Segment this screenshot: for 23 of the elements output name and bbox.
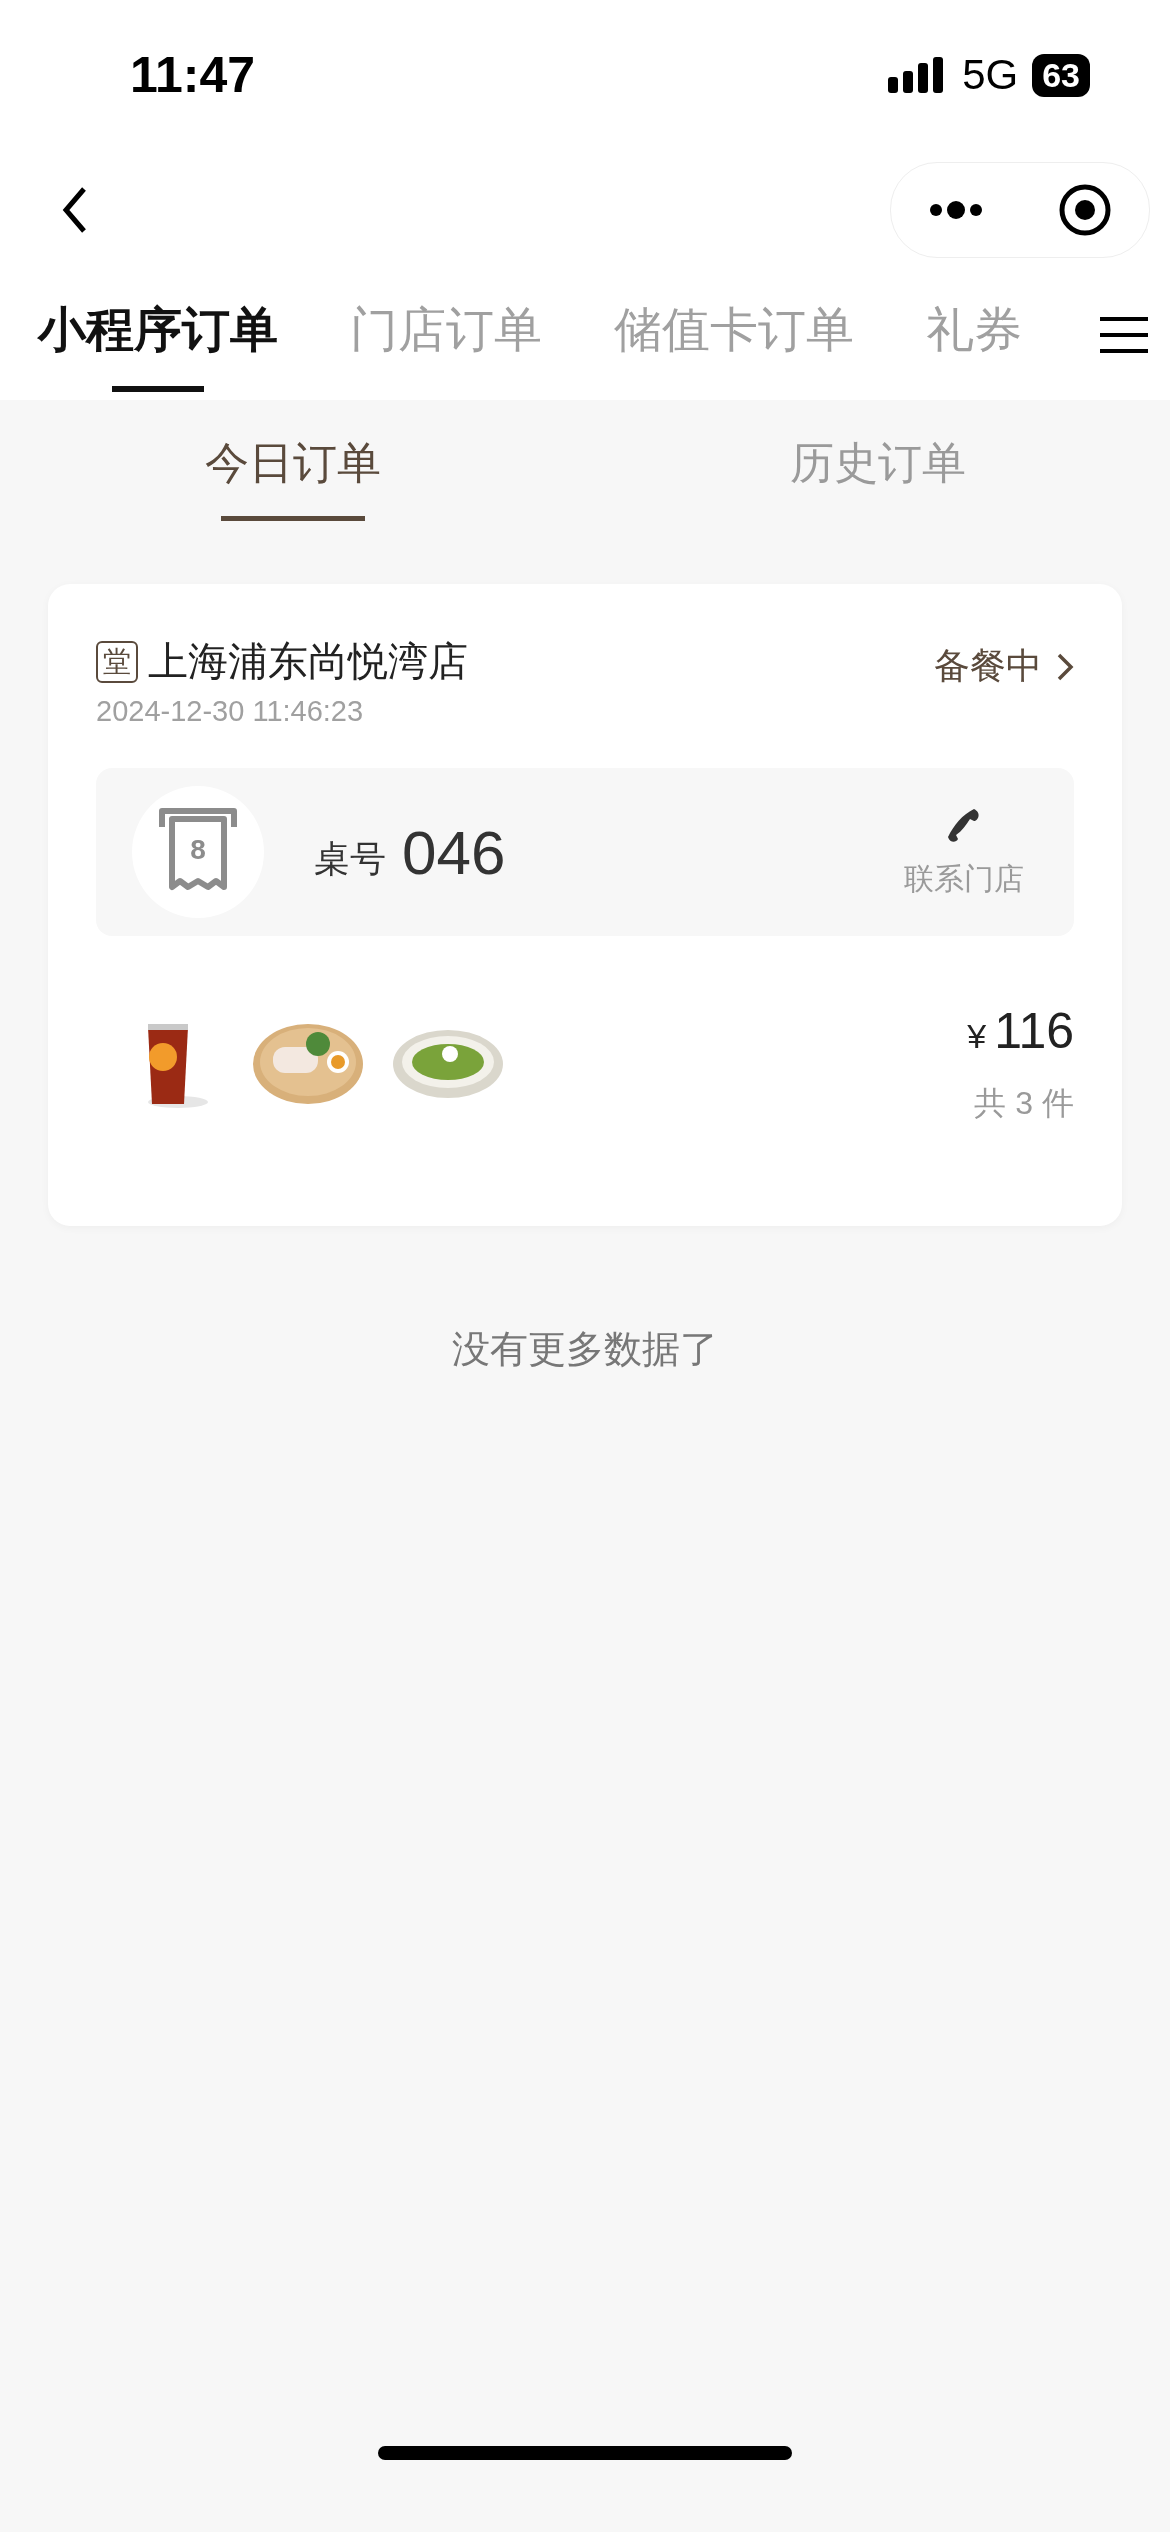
battery-level: 63 <box>1032 53 1090 97</box>
dine-in-badge: 堂 <box>96 640 138 683</box>
order-tab[interactable]: 礼券 <box>926 298 1022 392</box>
order-card[interactable]: 堂 上海浦东尚悦湾店 2024-12-30 11:46:23 备餐中 8 桌号 046 联系门店 ¥ 116 共 3 件 <box>48 584 1122 1226</box>
table-label: 桌号 <box>314 836 386 881</box>
network-label: 5G <box>962 51 1019 99</box>
order-price: ¥ 116 <box>967 1002 1074 1060</box>
contact-store-button[interactable]: 联系门店 <box>904 804 1024 900</box>
no-more-data-text: 没有更多数据了 <box>452 1327 718 1372</box>
more-icon[interactable] <box>928 200 984 220</box>
order-tab[interactable]: 储值卡订单 <box>614 298 854 392</box>
item-count: 共 3 件 <box>974 1084 1074 1123</box>
sub-tab[interactable]: 历史订单 <box>585 433 1170 517</box>
status-link[interactable]: 备餐中 <box>934 642 1074 691</box>
store-name: 上海浦东尚悦湾店 <box>148 638 468 685</box>
order-tab[interactable]: 门店订单 <box>350 298 542 392</box>
menu-icon[interactable] <box>1098 315 1150 355</box>
order-tab[interactable]: 小程序订单 <box>38 298 278 392</box>
status-time: 11:47 <box>130 46 256 104</box>
queue-ticket-icon: 8 <box>132 786 264 918</box>
chevron-right-icon <box>1056 651 1074 682</box>
table-number: 046 <box>402 816 506 888</box>
order-time: 2024-12-30 11:46:23 <box>96 695 364 728</box>
